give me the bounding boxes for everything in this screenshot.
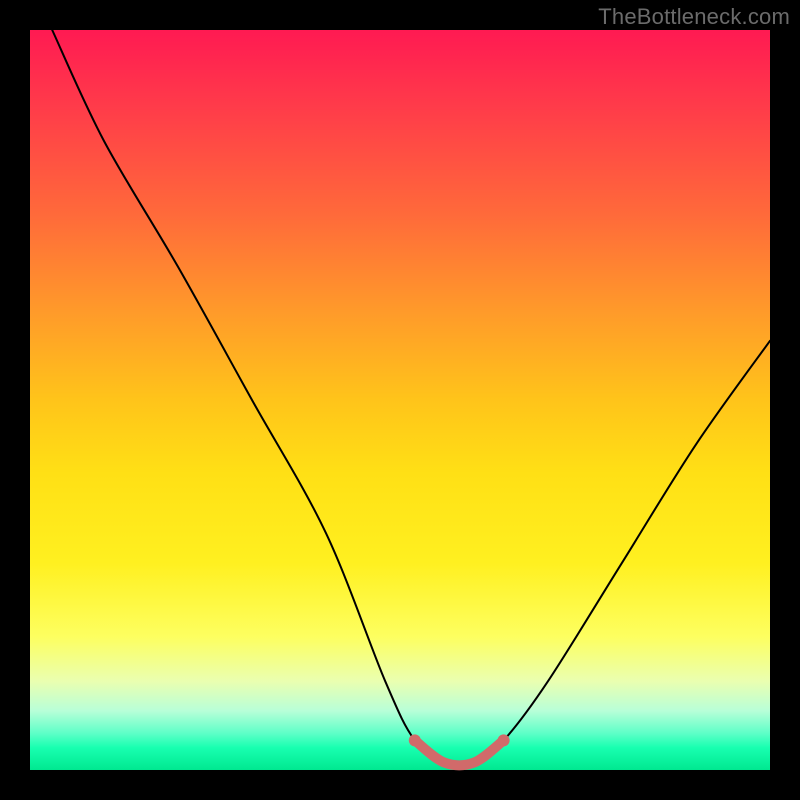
curve-svg [30, 30, 770, 770]
chart-frame: TheBottleneck.com [0, 0, 800, 800]
plot-area [30, 30, 770, 770]
watermark-text: TheBottleneck.com [598, 4, 790, 30]
optimal-region-start-dot [409, 734, 421, 746]
optimal-region-end-dot [498, 734, 510, 746]
bottleneck-curve [52, 30, 770, 765]
optimal-region-highlight [415, 740, 504, 765]
